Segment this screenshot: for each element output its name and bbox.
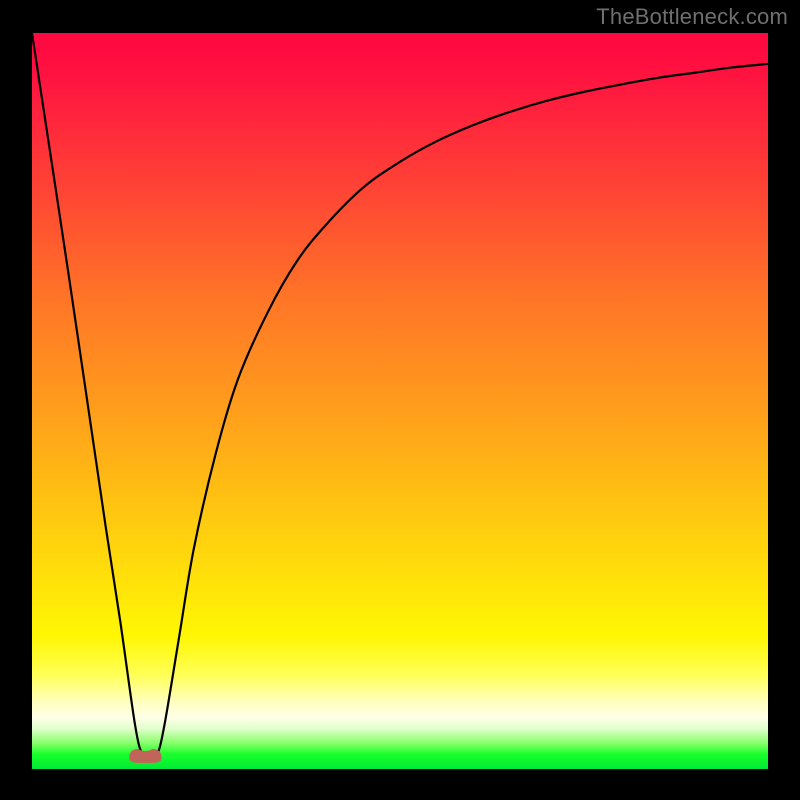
watermark-text: TheBottleneck.com (596, 4, 788, 30)
chart-svg (32, 33, 768, 769)
bottleneck-curve-path (32, 33, 768, 756)
optimum-marker (129, 749, 161, 763)
chart-frame: TheBottleneck.com (0, 0, 800, 800)
plot-area (32, 33, 768, 769)
